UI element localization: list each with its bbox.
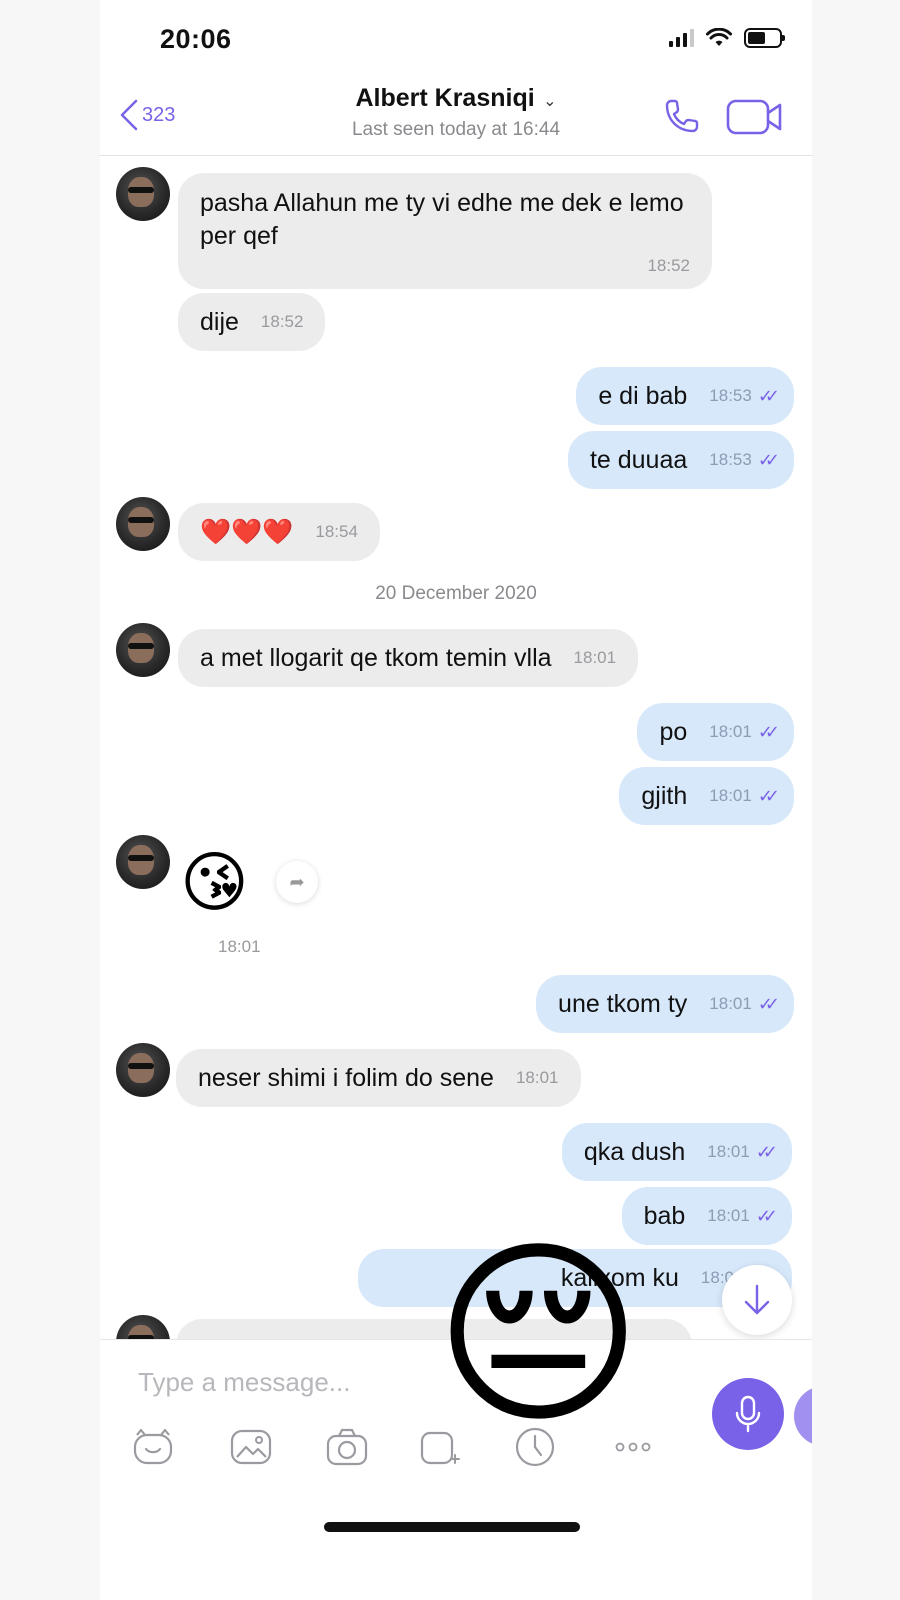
message-text: ❤️❤️❤️ — [200, 517, 294, 546]
message-bubble-incoming[interactable]: ❤️❤️❤️ 18:54 — [178, 503, 380, 561]
read-receipt-icon: ✓✓ — [757, 993, 780, 1014]
share-icon: ➦ — [289, 871, 305, 892]
contact-avatar[interactable] — [116, 1043, 170, 1097]
message-text: dije — [200, 307, 239, 336]
voice-call-button[interactable] — [662, 96, 702, 141]
sticker-icon — [133, 1428, 173, 1465]
message-bubble-incoming[interactable]: a met llogarit qe tkom temin vlla 18:01 — [178, 629, 639, 687]
message-time: 18:53 — [709, 450, 752, 469]
message-time: 18:01 — [709, 722, 752, 741]
viber-chat-screen: 20:06 323 Albert Krasniqi ⌄ Last seen to… — [100, 0, 812, 1600]
message-time: 18:01 — [709, 994, 752, 1013]
read-receipt-icon: ✓✓ — [757, 785, 780, 806]
read-receipt-icon: ✓✓ — [757, 385, 780, 406]
video-call-button[interactable] — [726, 98, 784, 141]
message-bubble-incoming[interactable]: dije 18:52 — [178, 293, 326, 351]
read-receipt-icon: ✓✓ — [757, 449, 780, 470]
message-text: une tkom ty — [558, 989, 688, 1018]
contact-name[interactable]: Albert Krasniqi — [355, 84, 534, 112]
send-button-partial[interactable] — [794, 1386, 812, 1446]
message-time: 18:54 — [315, 522, 358, 541]
message-text: neser shimi i folim do sene — [198, 1063, 494, 1092]
message-text: gjith — [641, 781, 688, 810]
message-bubble-outgoing[interactable]: gjith 18:01 ✓✓ — [619, 767, 794, 825]
message-text: qka dush — [583, 1137, 686, 1166]
camera-icon — [326, 1428, 368, 1466]
signal-icon — [669, 29, 694, 47]
contact-avatar[interactable] — [116, 167, 170, 221]
contact-avatar[interactable] — [116, 1315, 170, 1339]
arrow-down-icon — [744, 1284, 770, 1315]
message-text: pasha Allahun me ty vi edhe me dek e lem… — [200, 189, 684, 250]
gallery-button[interactable] — [228, 1424, 274, 1470]
pensive-face-overlay: 😔 — [434, 1224, 643, 1447]
chat-header: 323 Albert Krasniqi ⌄ Last seen today at… — [100, 72, 812, 156]
message-text: e di bab — [598, 381, 688, 410]
scroll-to-bottom-button[interactable] — [722, 1265, 792, 1335]
message-bubble-outgoing[interactable]: une tkom ty 18:01 ✓✓ — [536, 975, 794, 1033]
last-seen-status: Last seen today at 16:44 — [351, 119, 561, 140]
message-bubble-outgoing[interactable]: qka dush 18:01 ✓✓ — [561, 1123, 792, 1181]
message-time: 18:01 — [709, 786, 752, 805]
video-icon — [726, 99, 782, 135]
battery-icon — [744, 28, 785, 48]
message-time: 18:01 — [218, 937, 261, 956]
emoji-message[interactable]: 😘 — [180, 849, 249, 915]
chevron-down-icon: ⌄ — [543, 93, 557, 110]
mic-icon — [735, 1395, 761, 1433]
read-receipt-icon: ✓✓ — [755, 1141, 778, 1162]
message-text: po — [659, 717, 688, 746]
contact-info[interactable]: Albert Krasniqi ⌄ Last seen today at 16:… — [100, 84, 812, 141]
message-time: 18:01 — [707, 1142, 750, 1161]
read-receipt-icon: ✓✓ — [755, 1205, 778, 1226]
contact-avatar[interactable] — [116, 497, 170, 551]
message-text: te duuaa — [589, 445, 688, 474]
contact-avatar[interactable] — [116, 835, 170, 889]
message-time: 18:53 — [709, 386, 752, 405]
message-bubble-outgoing[interactable]: e di bab 18:53 ✓✓ — [576, 367, 794, 425]
camera-button[interactable] — [324, 1424, 370, 1470]
message-time: 18:52 — [260, 312, 304, 331]
date-separator: 20 December 2020 — [375, 583, 537, 604]
message-time: 18:52 — [647, 256, 690, 275]
message-text: bab — [643, 1201, 686, 1230]
status-time: 20:06 — [160, 24, 232, 54]
phone-icon — [665, 99, 699, 133]
message-bubble-outgoing[interactable]: te duuaa 18:53 ✓✓ — [567, 431, 794, 489]
sticker-button[interactable] — [130, 1424, 176, 1470]
gallery-icon — [230, 1429, 272, 1465]
message-time: 18:01 — [515, 1068, 559, 1087]
share-button[interactable]: ➦ — [276, 861, 318, 903]
read-receipt-icon: ✓✓ — [757, 721, 780, 742]
message-text: a met llogarit qe tkom temin vlla — [200, 643, 552, 672]
message-bubble-incoming[interactable]: pasha Allahun me ty vi edhe me dek e lem… — [178, 173, 712, 289]
contact-avatar[interactable] — [116, 623, 170, 677]
message-bubble-incoming[interactable]: neser shimi i folim do sene 18:01 — [176, 1049, 581, 1107]
message-time: 18:01 — [573, 648, 617, 667]
message-bubble-outgoing[interactable]: bab 18:01 ✓✓ — [621, 1187, 792, 1245]
message-list[interactable]: pasha Allahun me ty vi edhe me dek e lem… — [100, 157, 812, 1339]
message-bubble-outgoing[interactable]: po 18:01 ✓✓ — [637, 703, 794, 761]
wifi-icon — [706, 28, 732, 46]
status-icons — [669, 28, 785, 48]
message-time: 18:01 — [707, 1206, 750, 1225]
home-indicator[interactable] — [324, 1522, 580, 1532]
voice-message-button[interactable] — [712, 1378, 784, 1450]
